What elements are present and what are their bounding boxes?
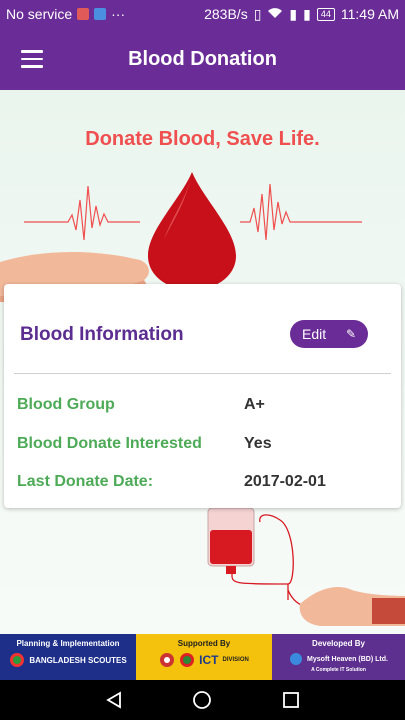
- planning-title: Planning & Implementation: [16, 639, 120, 648]
- row-label: Last Donate Date:: [17, 473, 154, 490]
- home-icon: [193, 691, 212, 709]
- ict-sub: DIVISION: [222, 657, 249, 663]
- vibrate-icon: ▯: [253, 5, 262, 22]
- carrier-text: No service: [6, 6, 73, 22]
- app-bar: Blood Donation: [0, 28, 405, 90]
- status-bar: No service ··· 283B/s ▯ ▮ ▮ 44 11:49 AM: [0, 0, 405, 28]
- back-button[interactable]: [94, 680, 134, 720]
- planning-segment: Planning & Implementation BANGLADESH SCO…: [0, 634, 136, 680]
- supported-title: Supported By: [177, 639, 231, 648]
- back-icon: [106, 691, 122, 709]
- system-nav-bar: [0, 680, 405, 720]
- edit-label: Edit: [302, 326, 327, 342]
- supported-segment: Supported By ICT DIVISION: [136, 634, 272, 680]
- home-button[interactable]: [182, 680, 222, 720]
- scouts-logo-icon: [10, 653, 25, 667]
- card-divider: [14, 373, 391, 374]
- usb-icon: [94, 8, 107, 20]
- ecg-line-left: [24, 185, 140, 241]
- main-content: Donate Blood, Save Life. Blood Informati…: [0, 90, 405, 634]
- blood-info-card: Blood Information Edit ✎ Blood Group A+ …: [4, 284, 401, 508]
- row-label: Blood Group: [17, 396, 115, 413]
- mysoft-logo-icon: [290, 653, 303, 665]
- ict-label: ICT: [199, 653, 219, 667]
- row-value: 2017-02-01: [244, 473, 326, 490]
- developed-title: Developed By: [312, 639, 365, 648]
- developed-segment: Developed By Mysoft Heaven (BD) Ltd. A C…: [272, 634, 405, 680]
- more-notifications-icon: ···: [111, 6, 126, 22]
- notification-icon: [77, 8, 90, 20]
- govt-seal-icon: [180, 653, 195, 667]
- card-title: Blood Information: [20, 324, 184, 345]
- blood-drop-icon: [148, 172, 236, 290]
- ecg-line-right: [240, 183, 362, 241]
- pencil-icon: ✎: [345, 327, 356, 341]
- sim-icon: ▮: [289, 5, 298, 22]
- sponsor-banner: Planning & Implementation BANGLADESH SCO…: [0, 634, 405, 680]
- row-value: Yes: [244, 435, 272, 452]
- row-label: Blood Donate Interested: [17, 435, 202, 452]
- sim2-icon: ▮: [303, 5, 311, 22]
- developer-name: Mysoft Heaven (BD) Ltd.: [307, 655, 388, 663]
- edit-button[interactable]: Edit ✎: [290, 320, 368, 348]
- clock: 11:49 AM: [340, 6, 399, 22]
- wifi-icon: [267, 6, 283, 22]
- net-speed: 283B/s: [204, 6, 248, 22]
- recents-icon: [282, 692, 299, 708]
- menu-icon[interactable]: [0, 28, 64, 90]
- scouts-name: BANGLADESH SCOUTES: [29, 655, 127, 665]
- slogan-text: Donate Blood, Save Life.: [85, 128, 320, 150]
- battery-icon: 44: [316, 7, 335, 21]
- recents-button[interactable]: [271, 680, 311, 720]
- developer-tagline: A Complete IT Solution: [311, 667, 366, 673]
- row-value: A+: [244, 396, 265, 413]
- a2i-logo-icon: [160, 653, 175, 667]
